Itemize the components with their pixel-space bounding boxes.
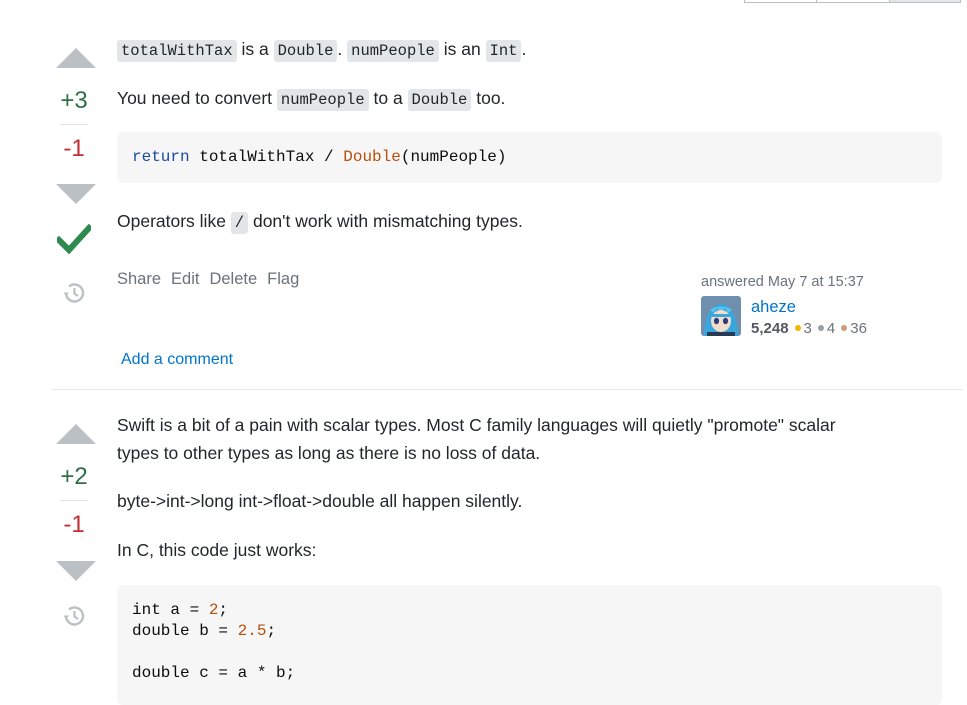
- code-text: double c = a * b;: [132, 664, 296, 682]
- sort-button-group: [744, 0, 961, 4]
- add-comment-link[interactable]: Add a comment: [121, 351, 233, 369]
- downvote-arrow-icon[interactable]: [56, 184, 96, 204]
- sort-option-3[interactable]: [890, 0, 961, 3]
- text-span: to a: [368, 88, 408, 108]
- inline-code: numPeople: [347, 40, 439, 62]
- text-span: byte->int->long int->float->double all h…: [117, 491, 523, 511]
- code-text: (numPeople): [400, 148, 507, 166]
- inline-code: numPeople: [276, 89, 369, 111]
- code-text: ;: [266, 622, 277, 640]
- reputation-row: 5,248 3 4 36: [751, 320, 867, 337]
- text-line: types to other types as long as there is…: [117, 443, 541, 463]
- sort-option-1[interactable]: [744, 0, 817, 3]
- text-span: In C, this code just works:: [117, 540, 317, 560]
- text-line: Swift is a bit of a pain with scalar typ…: [117, 415, 836, 435]
- upvote-count: +2: [60, 463, 88, 490]
- code-keyword: return: [132, 148, 190, 166]
- user-card: answered May 7 at 15:37 aheze 5,248 3 4 36: [701, 274, 941, 337]
- code-text: ;: [218, 601, 229, 619]
- code-block: int a = 2; double b = 2.5; double c = a …: [117, 585, 942, 705]
- answer-paragraph-3: In C, this code just works:: [117, 536, 316, 564]
- text-span: is an: [438, 39, 486, 59]
- upvote-count: +3: [60, 87, 88, 114]
- code-number: 2: [208, 601, 219, 619]
- answer-paragraph-2: You need to convert numPeople to a Doubl…: [117, 84, 505, 114]
- inline-code: Double: [407, 89, 472, 111]
- answer-divider: [52, 389, 962, 390]
- text-span: too.: [471, 88, 506, 108]
- text-span: You need to convert: [117, 88, 277, 108]
- text-span: Operators like: [117, 211, 231, 231]
- flag-link[interactable]: Flag: [267, 270, 299, 289]
- history-icon[interactable]: [61, 280, 87, 306]
- inline-code: Double: [273, 40, 338, 62]
- inline-code: /: [230, 212, 249, 234]
- answer-paragraph-2: byte->int->long int->float->double all h…: [117, 487, 522, 515]
- accepted-check-icon: [57, 223, 91, 255]
- gold-badge-count: 3: [803, 320, 812, 337]
- answer-paragraph-1: totalWithTax is a Double. numPeople is a…: [117, 35, 526, 65]
- share-link[interactable]: Share: [117, 270, 161, 289]
- downvote-count: -1: [63, 135, 85, 162]
- edit-link[interactable]: Edit: [171, 270, 199, 289]
- text-span: is a: [236, 39, 274, 59]
- downvote-arrow-icon[interactable]: [56, 561, 96, 581]
- delete-link[interactable]: Delete: [209, 270, 257, 289]
- reputation-score: 5,248: [751, 320, 789, 337]
- inline-code: Int: [485, 40, 522, 62]
- code-text: int a =: [132, 601, 209, 619]
- sort-option-2[interactable]: [817, 0, 890, 3]
- bronze-badge-count: 36: [850, 320, 867, 337]
- username-link[interactable]: aheze: [751, 298, 796, 317]
- text-span: .: [337, 39, 348, 59]
- bronze-badge-icon: [841, 325, 848, 332]
- answered-time: answered May 7 at 15:37: [701, 274, 864, 290]
- gold-badge-icon: [794, 325, 801, 332]
- text-span: .: [521, 39, 527, 59]
- post-menu: Share Edit Delete Flag: [117, 270, 299, 289]
- upvote-arrow-icon[interactable]: [56, 48, 96, 68]
- text-span: don't work with mismatching types.: [248, 211, 523, 231]
- upvote-arrow-icon[interactable]: [56, 424, 96, 444]
- silver-badge-icon: [817, 325, 824, 332]
- answer-paragraph-1: Swift is a bit of a pain with scalar typ…: [117, 411, 836, 467]
- inline-code: totalWithTax: [117, 40, 237, 62]
- vote-separator: [60, 124, 88, 125]
- vote-separator: [60, 500, 88, 501]
- answer-paragraph-3: Operators like / don't work with mismatc…: [117, 207, 523, 237]
- code-text: totalWithTax /: [189, 148, 344, 166]
- code-text: double b =: [132, 622, 238, 640]
- history-icon[interactable]: [61, 603, 87, 629]
- silver-badge-count: 4: [826, 320, 836, 337]
- code-type: Double: [343, 148, 401, 166]
- avatar[interactable]: [701, 296, 741, 336]
- code-block: return totalWithTax / Double(numPeople): [117, 132, 942, 183]
- downvote-count: -1: [63, 511, 85, 538]
- code-number: 2.5: [237, 622, 267, 640]
